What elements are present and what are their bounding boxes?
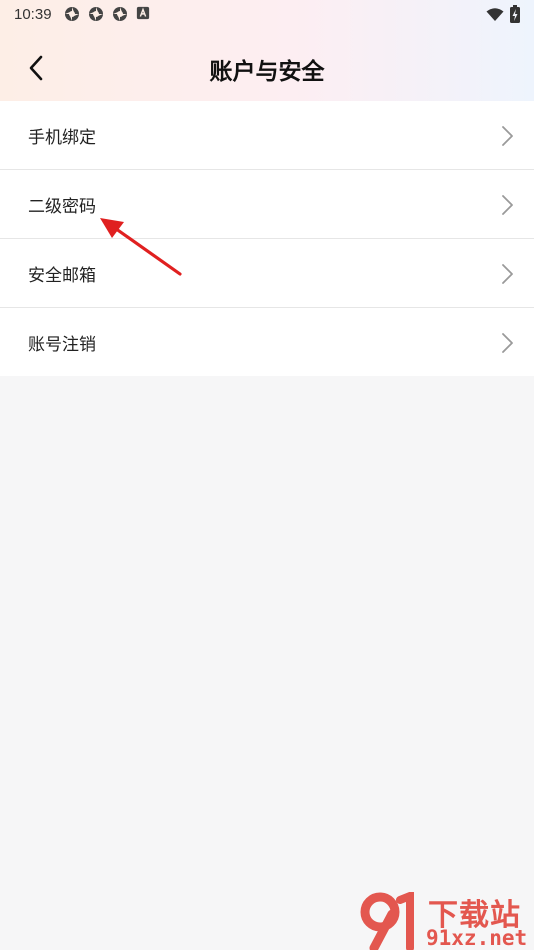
menu-item-account-deletion[interactable]: 账号注销 bbox=[0, 308, 534, 376]
wifi-icon bbox=[486, 7, 504, 26]
page-title: 账户与安全 bbox=[209, 59, 325, 85]
watermark-url: 91xz.net bbox=[426, 926, 528, 950]
status-bar: 10:39 bbox=[0, 0, 534, 28]
navigation-bar: 账户与安全 bbox=[0, 38, 534, 96]
menu-item-secondary-password[interactable]: 二级密码 bbox=[0, 170, 534, 239]
chevron-right-icon bbox=[502, 126, 513, 146]
status-time: 10:39 bbox=[14, 5, 52, 23]
menu-item-label: 安全邮箱 bbox=[28, 265, 96, 286]
battery-charging-icon bbox=[510, 5, 520, 27]
system-status-icons bbox=[486, 5, 520, 27]
app-notification-icon bbox=[88, 6, 104, 22]
settings-list: 手机绑定 二级密码 安全邮箱 账号注销 bbox=[0, 101, 534, 376]
watermark: 下载站 91xz.net bbox=[360, 890, 530, 950]
red-arrow-icon bbox=[100, 218, 182, 276]
menu-item-phone-binding[interactable]: 手机绑定 bbox=[0, 101, 534, 170]
menu-item-security-email[interactable]: 安全邮箱 bbox=[0, 239, 534, 308]
watermark-logo-icon bbox=[360, 892, 414, 950]
chevron-right-icon bbox=[502, 333, 513, 353]
menu-item-label: 账号注销 bbox=[28, 334, 96, 355]
chevron-right-icon bbox=[502, 195, 513, 215]
app-notification-icon bbox=[112, 6, 128, 22]
keyboard-a-icon bbox=[136, 6, 152, 22]
menu-item-label: 手机绑定 bbox=[28, 127, 96, 148]
menu-item-label: 二级密码 bbox=[28, 196, 96, 217]
notification-icons bbox=[64, 6, 152, 22]
chevron-right-icon bbox=[502, 264, 513, 284]
app-notification-icon bbox=[64, 6, 80, 22]
